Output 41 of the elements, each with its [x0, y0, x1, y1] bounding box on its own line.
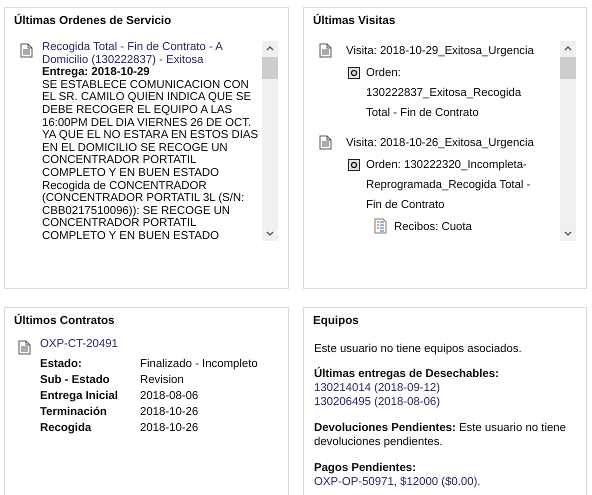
- panel-title: Últimas Visitas: [313, 14, 396, 27]
- panel-title: Últimos Contratos: [14, 314, 116, 327]
- field-value: Revision: [140, 374, 185, 386]
- contract-link[interactable]: OXP-CT-20491: [40, 338, 118, 355]
- tree-item[interactable]: Orden: 130222837_Exitosa_Recogida Total - Fin de Contrato: [366, 63, 548, 123]
- document-icon: [319, 43, 332, 58]
- scrollbar[interactable]: [560, 41, 576, 241]
- document-icon: [319, 135, 332, 150]
- square-icon: [348, 67, 360, 79]
- panel-title: Equipos: [313, 314, 360, 327]
- delivery-date: Entrega: 2018-10-29: [42, 66, 151, 79]
- field-label: Recogida: [40, 422, 92, 434]
- section-text: Devoluciones Pendientes: Este usuario no tiene devoluciones pendientes.: [314, 422, 566, 448]
- tree-item[interactable]: Visita: 2018-10-26_Exitosa_Urgencia: [346, 133, 548, 153]
- document-icon: [20, 43, 33, 58]
- order-description: SE ESTABLECE COMUNICACION CON EL SR. CAMILO QUIEN INDICA QUE SE DEBE RECOGER EL EQUIPO A LAS 16:00PM DEL DIA VIERNES 26 DE OCT. YA QUE EL NO ESTARA EN ESTOS DIAS EN EL DOMICILIO SE RECOGE UN CONCENTRADOR PORTATIL COMPLETO Y EN BUEN ESTADO Recogida de CONCENTRADOR (CONCENTRADOR PORTATIL 3L (S/N: CBB0217510096)): SE RECOGE UN CONCENTRADOR PORTATIL COMPLETO Y EN BUEN ESTADO: [42, 78, 260, 241]
- field-value: Finalizado - Incompleto: [140, 358, 259, 370]
- section-line: 130206495 (2018-08-06): [314, 395, 442, 409]
- section-heading: Últimas entregas de Desechables:: [314, 367, 500, 381]
- square-icon: [348, 159, 360, 171]
- scrollbar[interactable]: [262, 41, 278, 241]
- empty-message: Este usuario no tiene equipos asociados.: [314, 343, 523, 355]
- section-line: OXP-OP-50971, $12000 ($0.00).: [314, 475, 482, 489]
- document-icon: [18, 340, 31, 355]
- field-label: Terminación: [40, 406, 108, 418]
- tree-item[interactable]: Recibos: Cuota: [394, 217, 548, 237]
- tree-item[interactable]: Orden: 130222320_Incompleta-Reprogramada_Recogida Total - Fin de Contrato: [366, 155, 548, 215]
- section-heading: Pagos Pendientes:: [314, 461, 417, 475]
- panel-title: Últimas Ordenes de Servicio: [14, 14, 172, 27]
- list-icon: [374, 218, 387, 234]
- tree-item[interactable]: Visita: 2018-10-29_Exitosa_Urgencia: [346, 41, 548, 61]
- section-line: 130214014 (2018-09-12): [314, 381, 442, 395]
- field-value: 2018-10-26: [140, 422, 200, 434]
- scrollbar-thumb[interactable]: [262, 57, 278, 79]
- scrollbar-thumb[interactable]: [560, 57, 576, 79]
- field-value: 2018-08-06: [140, 390, 200, 402]
- order-link[interactable]: Recogida Total - Fin de Contrato - A Domicilio (130222837) - Exitosa: [42, 41, 260, 66]
- field-label: Estado:: [40, 358, 83, 370]
- field-value: 2018-10-26: [140, 406, 200, 418]
- field-label: Sub - Estado: [40, 374, 111, 386]
- field-label: Entrega Inicial: [40, 390, 119, 402]
